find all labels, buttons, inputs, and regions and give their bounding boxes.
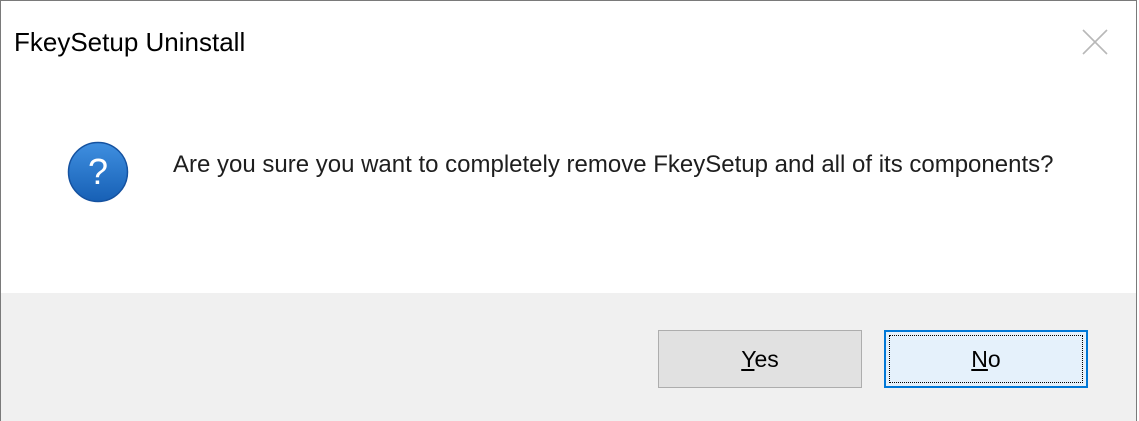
close-icon <box>1082 29 1108 55</box>
title-bar[interactable]: FkeySetup Uninstall <box>1 1 1136 83</box>
window-title: FkeySetup Uninstall <box>14 27 246 57</box>
message-area: ? Are you sure you want to completely re… <box>1 83 1136 293</box>
yes-button-label: Yes <box>741 345 779 372</box>
svg-text:?: ? <box>88 151 108 192</box>
no-button[interactable]: No <box>884 330 1088 388</box>
button-bar: Yes No <box>1 293 1136 421</box>
no-button-label: No <box>971 345 1001 372</box>
yes-button[interactable]: Yes <box>658 330 862 388</box>
close-button[interactable] <box>1066 13 1124 71</box>
confirmation-message: Are you sure you want to completely remo… <box>173 151 1054 178</box>
question-icon: ? <box>67 141 129 203</box>
uninstall-dialog: FkeySetup Uninstall ? Are you sure you w… <box>0 0 1137 421</box>
